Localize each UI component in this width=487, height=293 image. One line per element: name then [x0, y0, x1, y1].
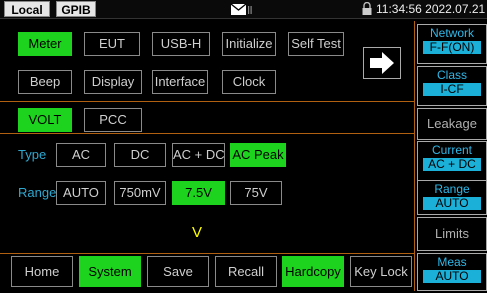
menu-beep-button[interactable]: Beep	[18, 70, 72, 94]
side-class-button[interactable]: Class I-CF	[417, 66, 487, 106]
bottom-system-button[interactable]: System	[79, 256, 141, 287]
status-bar: Local GPIB 11:34:56 2022.07.21	[0, 0, 487, 19]
menu-selftest-button[interactable]: Self Test	[288, 32, 344, 56]
lock-icon	[362, 2, 372, 15]
mode-pcc-button[interactable]: PCC	[84, 108, 142, 132]
side-network-value: F-F(ON)	[423, 41, 481, 54]
menu-display-button[interactable]: Display	[84, 70, 142, 94]
menu-meter-button[interactable]: Meter	[18, 32, 72, 56]
divider	[414, 21, 415, 291]
range-label: Range	[18, 185, 57, 200]
unit-readout: V	[192, 224, 203, 241]
next-page-button[interactable]	[363, 47, 401, 79]
menu-clock-button[interactable]: Clock	[222, 70, 276, 94]
mode-volt-button[interactable]: VOLT	[18, 108, 72, 132]
type-acpeak-button[interactable]: AC Peak	[230, 143, 286, 167]
side-limits-button[interactable]: Limits	[417, 217, 487, 251]
bottom-hardcopy-button[interactable]: Hardcopy	[282, 256, 344, 287]
side-current-title: Current	[431, 143, 472, 157]
divider	[0, 133, 415, 134]
menu-interface-button[interactable]: Interface	[152, 70, 208, 94]
side-class-title: Class	[436, 68, 467, 82]
local-tag: Local	[4, 1, 50, 17]
side-meas-value: AUTO	[423, 270, 481, 283]
menu-eut-button[interactable]: EUT	[84, 32, 140, 56]
side-meas-button[interactable]: Meas AUTO	[417, 253, 487, 291]
side-range-title: Range	[434, 182, 470, 196]
divider	[0, 253, 415, 254]
datetime: 11:34:56 2022.07.21	[376, 2, 486, 16]
range-750mv-button[interactable]: 750mV	[114, 181, 166, 205]
bottom-recall-button[interactable]: Recall	[215, 256, 277, 287]
arrow-right-icon	[370, 52, 394, 74]
range-75v-button[interactable]: 75V	[230, 181, 282, 205]
side-network-button[interactable]: Network F-F(ON)	[417, 24, 487, 64]
divider	[0, 101, 415, 102]
bottom-home-button[interactable]: Home	[11, 256, 73, 287]
bottom-keylock-button[interactable]: Key Lock	[350, 256, 412, 287]
type-acdc-button[interactable]: AC + DC	[172, 143, 225, 167]
side-range-value: AUTO	[423, 197, 481, 210]
bottom-save-button[interactable]: Save	[147, 256, 209, 287]
side-range-button[interactable]: Range AUTO	[417, 180, 487, 215]
side-network-title: Network	[429, 26, 474, 40]
gpib-tag: GPIB	[56, 1, 96, 17]
range-auto-button[interactable]: AUTO	[56, 181, 106, 205]
type-label: Type	[18, 147, 47, 162]
side-current-value: AC + DC	[423, 158, 481, 171]
side-leakage-button[interactable]: Leakage	[417, 108, 487, 140]
side-current-button[interactable]: Current AC + DC	[417, 141, 487, 181]
menu-initialize-button[interactable]: Initialize	[222, 32, 276, 56]
range-7-5v-button[interactable]: 7.5V	[172, 181, 225, 205]
side-class-value: I-CF	[423, 83, 481, 96]
menu-usbh-button[interactable]: USB-H	[152, 32, 210, 56]
type-ac-button[interactable]: AC	[56, 143, 106, 167]
mail-icon	[230, 3, 252, 15]
side-meas-title: Meas	[437, 255, 467, 269]
type-dc-button[interactable]: DC	[114, 143, 166, 167]
